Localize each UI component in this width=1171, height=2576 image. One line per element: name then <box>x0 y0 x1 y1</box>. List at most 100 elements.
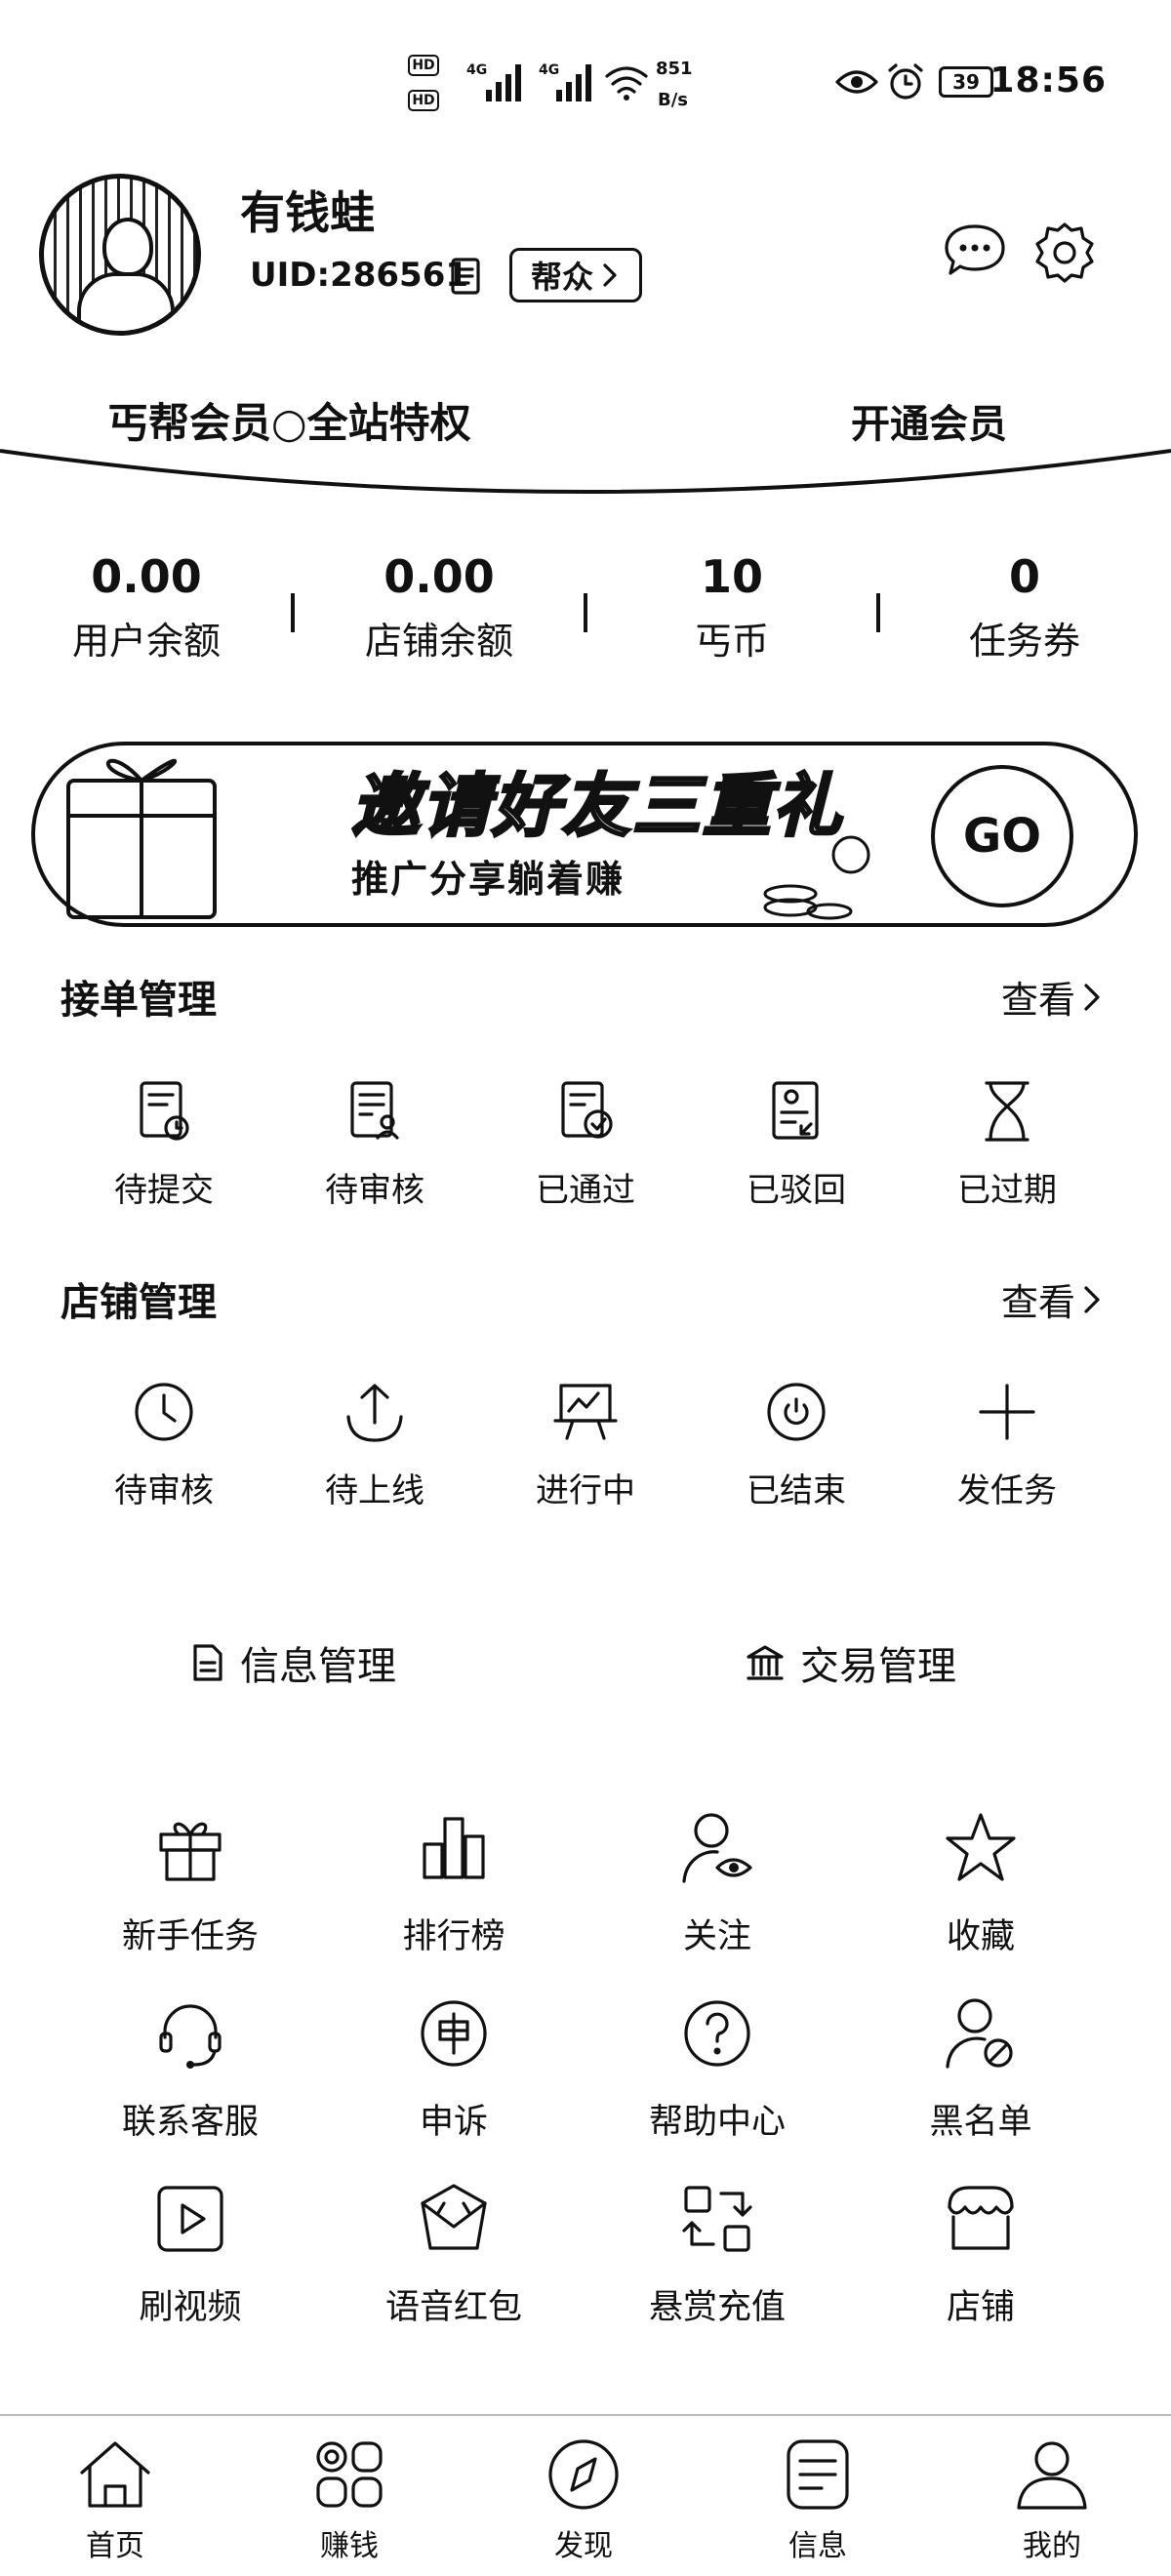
stat-coins[interactable]: 10 丐币 <box>586 550 878 664</box>
power-icon <box>767 1383 826 1441</box>
bottom-navigation: 首页 赚钱 发现 信息 我的 <box>0 2414 1171 2576</box>
star-icon <box>946 1813 1016 1881</box>
stat-shop-balance[interactable]: 0.00 店铺余额 <box>293 550 586 664</box>
wifi-icon <box>605 66 648 101</box>
member-level-tag[interactable]: 帮众 <box>509 248 642 302</box>
user-eye-icon <box>682 1813 752 1883</box>
person-icon <box>1017 2441 1087 2510</box>
gear-icon[interactable] <box>1032 221 1097 285</box>
net-speed-value: 851 <box>656 59 693 79</box>
shop-management-view-more[interactable]: 查看 <box>1001 1272 1103 1326</box>
nav-earn[interactable]: 赚钱 <box>271 2435 427 2564</box>
stat-task-vouchers[interactable]: 0 任务券 <box>878 550 1171 664</box>
clock-time: 18:56 <box>989 60 1107 101</box>
help-center[interactable]: 帮助中心 <box>586 1994 849 2144</box>
net-speed-unit: B/s <box>658 90 689 110</box>
message-icon <box>787 2439 849 2510</box>
chat-icon[interactable] <box>943 221 1007 281</box>
nav-label: 首页 <box>86 2529 144 2563</box>
invite-banner[interactable]: 邀请好友三重礼 推广分享躺着赚 GO <box>29 722 1142 939</box>
order-item-label: 已驳回 <box>747 1171 846 1210</box>
order-pending-review[interactable]: 待审核 <box>269 1077 480 1211</box>
invite-go-button[interactable]: GO <box>931 765 1073 907</box>
avatar[interactable] <box>39 174 201 336</box>
tool-label: 帮助中心 <box>648 2103 786 2142</box>
stat-value: 0 <box>1008 550 1040 603</box>
chevron-right-icon <box>1084 983 1100 1011</box>
publish-task-button[interactable]: 发任务 <box>902 1378 1112 1511</box>
tool-label: 申诉 <box>419 2103 488 2142</box>
copy-icon[interactable] <box>447 256 486 299</box>
order-expired[interactable]: 已过期 <box>902 1077 1112 1211</box>
info-management-link[interactable]: 信息管理 <box>191 1624 396 1702</box>
membership-banner[interactable]: 丐帮会员○全站特权 开通会员 <box>0 361 1171 505</box>
view-more-label: 查看 <box>1000 1281 1075 1324</box>
customer-service[interactable]: 联系客服 <box>59 1994 322 2144</box>
stat-label: 店铺余额 <box>364 620 513 663</box>
clock-icon <box>135 1383 193 1441</box>
invite-banner-title: 邀请好友三重礼 <box>350 765 843 848</box>
nav-messages[interactable]: 信息 <box>740 2435 896 2564</box>
tool-label: 悬赏充值 <box>648 2288 786 2327</box>
follow[interactable]: 关注 <box>586 1809 849 1958</box>
signal-icon-2 <box>556 64 591 101</box>
trade-management-link[interactable]: 交易管理 <box>746 1624 956 1702</box>
order-approved[interactable]: 已通过 <box>480 1077 691 1211</box>
order-management-view-more[interactable]: 查看 <box>1001 970 1103 1024</box>
newbie-task[interactable]: 新手任务 <box>59 1809 322 1958</box>
appeal[interactable]: 申诉 <box>322 1994 586 2144</box>
favorites[interactable]: 收藏 <box>849 1809 1112 1958</box>
shop-pending-review[interactable]: 待审核 <box>59 1378 269 1511</box>
exchange-icon <box>682 2186 752 2252</box>
signal-icon-1 <box>486 64 521 101</box>
bank-icon <box>747 1645 784 1680</box>
tool-label: 联系客服 <box>121 2103 259 2142</box>
tool-label: 刷视频 <box>139 2288 242 2327</box>
video-icon <box>157 2186 223 2252</box>
reward-recharge[interactable]: 悬赏充值 <box>586 2180 849 2329</box>
nav-home[interactable]: 首页 <box>37 2435 193 2564</box>
invite-banner-subtitle: 推广分享躺着赚 <box>351 858 626 901</box>
order-item-label: 已过期 <box>957 1171 1057 1210</box>
order-rejected[interactable]: 已驳回 <box>691 1077 902 1211</box>
stat-label: 用户余额 <box>71 620 221 663</box>
compass-icon <box>548 2439 619 2510</box>
shop[interactable]: 店铺 <box>849 2180 1112 2329</box>
hourglass-icon <box>985 1081 1030 1142</box>
nav-label: 发现 <box>554 2529 613 2563</box>
tool-label: 排行榜 <box>402 1917 505 1956</box>
envelope-icon <box>421 2184 487 2250</box>
shop-item-label: 已结束 <box>747 1471 846 1510</box>
user-uid: UID:286561 <box>250 256 469 295</box>
stat-user-balance[interactable]: 0.00 用户余额 <box>0 550 293 664</box>
tool-label: 收藏 <box>946 1917 1015 1956</box>
grid-icon <box>316 2441 383 2508</box>
stat-label: 丐币 <box>694 620 769 663</box>
avatar-figure-body <box>77 272 175 331</box>
doc-clock-icon <box>140 1081 189 1141</box>
shop-in-progress[interactable]: 进行中 <box>480 1378 691 1511</box>
hd-badge-1: HD <box>408 55 439 76</box>
nav-profile[interactable]: 我的 <box>974 2435 1130 2564</box>
shop-pending-online[interactable]: 待上线 <box>269 1378 480 1511</box>
chevron-right-icon <box>1084 1285 1100 1313</box>
nav-discover[interactable]: 发现 <box>505 2435 662 2564</box>
shop-ended[interactable]: 已结束 <box>691 1378 902 1511</box>
user-block-icon <box>946 1998 1013 2069</box>
watch-videos[interactable]: 刷视频 <box>59 2180 322 2329</box>
upload-icon <box>346 1384 403 1442</box>
stat-value: 0.00 <box>384 550 495 603</box>
nav-label: 信息 <box>788 2529 847 2563</box>
info-management-label: 信息管理 <box>240 1644 396 1689</box>
shop-icon <box>948 2186 1014 2250</box>
leaderboard[interactable]: 排行榜 <box>322 1809 586 1958</box>
status-bar: HD HD 4G 4G 851 B/s 39 18:56 <box>0 0 1171 146</box>
open-membership-button[interactable]: 开通会员 <box>851 392 1007 449</box>
voice-red-packet[interactable]: 语音红包 <box>322 2180 586 2329</box>
order-pending-submit[interactable]: 待提交 <box>59 1077 269 1211</box>
order-item-label: 已通过 <box>536 1171 635 1210</box>
appeal-icon <box>421 2000 487 2067</box>
chevron-right-icon <box>603 263 617 287</box>
blacklist[interactable]: 黑名单 <box>849 1994 1112 2144</box>
tool-label: 关注 <box>682 1917 751 1956</box>
